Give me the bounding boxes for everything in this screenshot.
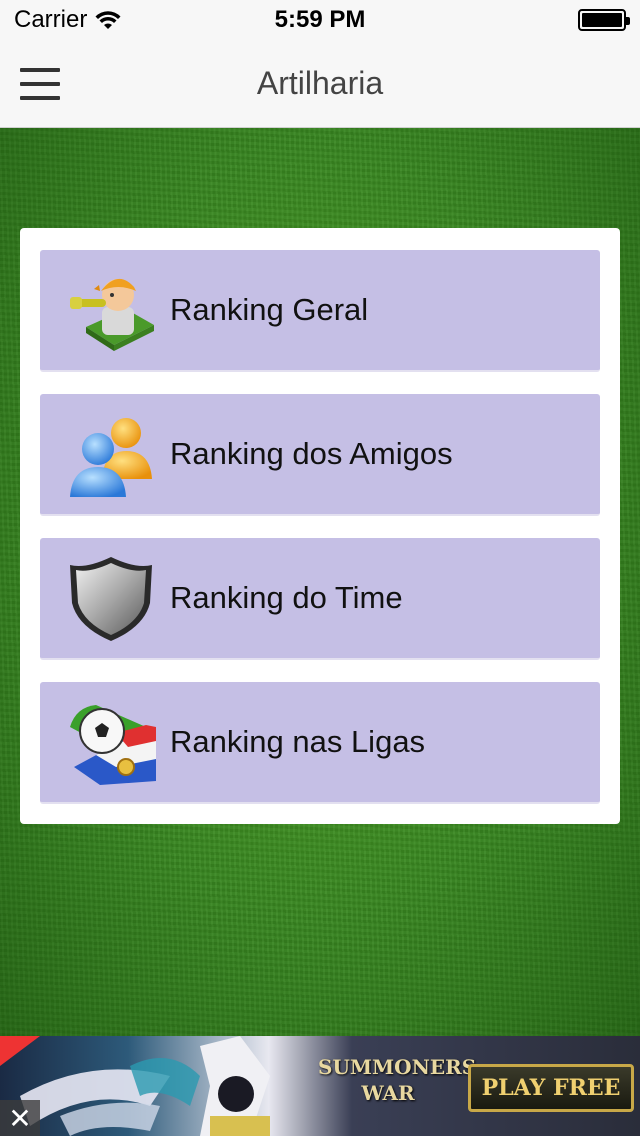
carrier-label: Carrier [14, 6, 88, 33]
hamburger-menu-icon[interactable] [20, 68, 60, 100]
ranking-menu-card: Ranking Geral Ranking dos Amigos Ranking… [20, 228, 620, 824]
ad-character-art [20, 1036, 270, 1136]
shield-icon [66, 553, 156, 643]
close-icon[interactable]: ✕ [0, 1100, 40, 1136]
status-bar: Carrier 5:59 PM [0, 0, 640, 40]
ad-brand-logo: SUMMONERS WAR [318, 1055, 477, 1105]
referee-whistle-icon [66, 265, 156, 355]
ranking-ligas-button[interactable]: Ranking nas Ligas [40, 682, 600, 804]
ad-play-free-button[interactable]: PLAY FREE [468, 1064, 634, 1112]
ranking-time-button[interactable]: Ranking do Time [40, 538, 600, 660]
ranking-label: Ranking nas Ligas [170, 724, 426, 759]
ranking-amigos-button[interactable]: Ranking dos Amigos [40, 394, 600, 516]
league-ball-flag-icon [66, 697, 156, 787]
navigation-bar: Artilharia [0, 40, 640, 128]
ad-banner[interactable]: SUMMONERS WAR PLAY FREE ✕ [0, 1036, 640, 1136]
battery-icon [578, 9, 630, 31]
ranking-label: Ranking do Time [170, 580, 403, 615]
ranking-label: Ranking Geral [170, 292, 369, 327]
status-left: Carrier [14, 6, 121, 34]
ranking-geral-button[interactable]: Ranking Geral [40, 250, 600, 372]
page-title: Artilharia [256, 65, 384, 101]
friends-icon [66, 409, 156, 499]
ranking-label: Ranking dos Amigos [170, 436, 453, 471]
wifi-icon [95, 11, 121, 29]
